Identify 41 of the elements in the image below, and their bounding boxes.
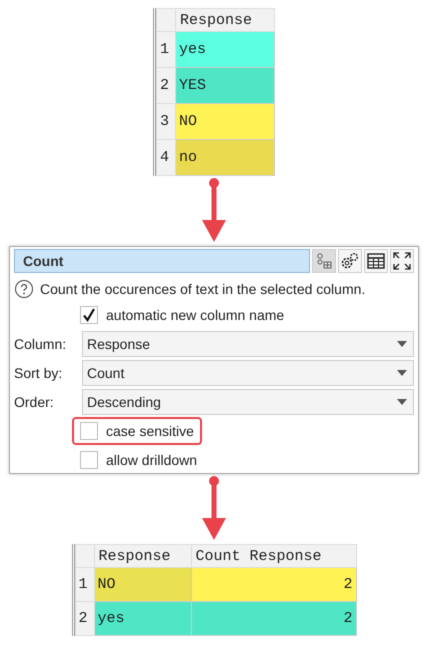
caret-icon <box>397 340 407 346</box>
title-field[interactable]: Count <box>14 249 310 273</box>
checkbox-label[interactable]: allow drilldown <box>106 452 198 468</box>
checkbox[interactable] <box>80 450 98 468</box>
caret-icon <box>397 370 407 376</box>
dropdown[interactable]: Response <box>82 330 414 356</box>
dropdown[interactable]: Descending <box>82 388 414 414</box>
row-number: 1 <box>75 568 94 602</box>
field-label: Order: <box>14 394 55 410</box>
table-cell: YES <box>176 68 274 104</box>
field-label: Sort by: <box>14 364 64 380</box>
row-number: 1 <box>156 32 176 68</box>
checkbox-label[interactable]: case sensitive <box>106 422 194 438</box>
checkbox[interactable] <box>80 422 98 440</box>
table-cell: no <box>176 140 274 176</box>
checkbox[interactable] <box>80 306 98 324</box>
column-header: Count Response <box>191 544 356 568</box>
column-header: Response <box>94 544 191 568</box>
row-number: 2 <box>75 602 94 636</box>
checkbox-label[interactable]: automatic new column name <box>106 306 284 322</box>
column-header: Response <box>176 8 274 32</box>
down-arrow <box>202 178 226 244</box>
table-cell: 2 <box>191 602 356 636</box>
row-number: 4 <box>156 140 176 176</box>
schema-icon-button[interactable] <box>312 249 336 273</box>
dropdown[interactable]: Count <box>82 360 414 386</box>
table-icon-button[interactable] <box>364 249 388 273</box>
settings-button[interactable] <box>338 249 362 273</box>
field-label: Column: <box>14 336 68 352</box>
table-cell: NO <box>94 568 191 602</box>
table-cell: yes <box>94 602 191 636</box>
table-cell: 2 <box>191 568 356 602</box>
row-number: 3 <box>156 104 176 140</box>
down-arrow <box>202 476 226 542</box>
table-cell: yes <box>176 32 274 68</box>
expand-button[interactable] <box>390 249 414 273</box>
caret-icon <box>397 398 407 404</box>
description-text: Count the occurences of text in the selected column. <box>40 281 366 297</box>
help-icon[interactable] <box>14 279 34 299</box>
table-cell: NO <box>176 104 274 140</box>
row-number: 2 <box>156 68 176 104</box>
